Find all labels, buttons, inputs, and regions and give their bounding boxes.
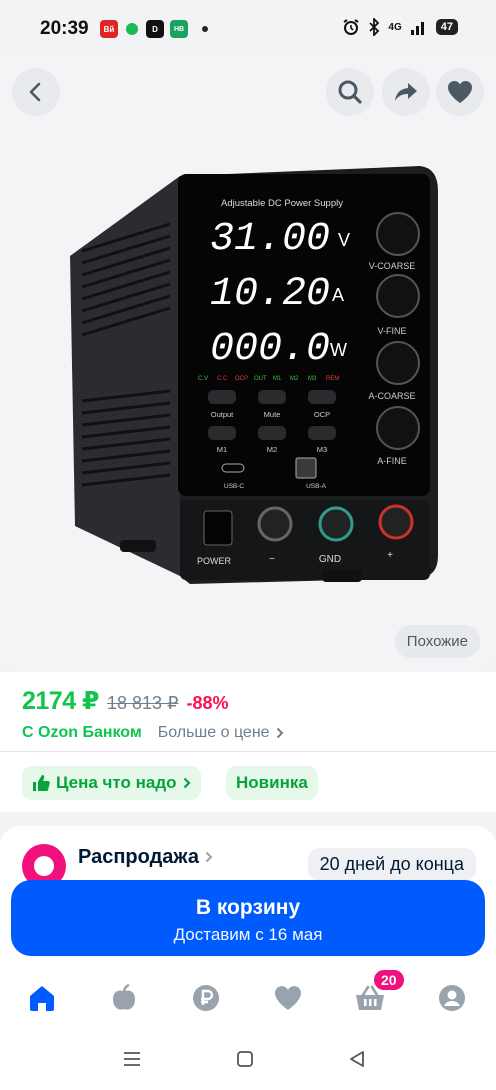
favorites-icon [275,986,301,1010]
badges-section: Цена что надо Новинка [0,752,496,812]
vk-news-app-icon: Вй [100,20,118,38]
d-app-icon: D [146,20,164,38]
status-app-icons: Вй D НВ [100,20,208,38]
nav-cart[interactable]: 20 [352,968,406,1016]
heart-icon [448,81,472,103]
chevron-right-icon [276,727,283,739]
ruble-icon [193,985,219,1011]
power-unit: W [330,340,347,360]
sale-title-label: Распродажа [78,846,199,868]
panel-title: Adjustable DC Power Supply [221,198,343,209]
port-usba-label: USB-A [306,483,327,490]
price-section: 2174 ₽ 18 813 ₽ -88% С Ozon Банком Больш… [0,672,496,752]
knob-acoarse-label: A-COARSE [368,391,415,401]
terminal-minus-label: − [269,554,275,565]
knob-afine-label: A-FINE [377,456,407,466]
price-row: 2174 ₽ 18 813 ₽ -88% [22,686,229,716]
product-image-gallery[interactable]: Adjustable DC Power Supply 31.00 V 10.20… [0,56,496,672]
terminal-plus-label: + [387,550,393,561]
share-icon [395,83,417,101]
bluetooth-icon [369,18,380,36]
new-badge: Новинка [226,766,318,800]
indicator-cc: C.C [217,376,228,382]
triangle-back-icon [350,1051,364,1067]
similar-button[interactable]: Похожие [394,625,480,658]
chevron-left-icon [29,82,41,102]
nav-home[interactable] [24,980,60,1016]
news-app-icon: НВ [170,20,188,38]
search-icon [338,80,362,104]
add-to-cart-label: В корзину [195,896,301,919]
knob-vfine-label: V-FINE [377,326,406,336]
nav-profile[interactable] [434,980,470,1016]
current-unit: A [332,285,344,305]
system-navigation-bar [0,1030,496,1090]
nav-fresh[interactable] [106,980,142,1016]
more-about-price-label: Больше о цене [157,724,270,741]
indicator-m3: M3 [308,376,317,382]
home-system-button[interactable] [236,1050,254,1073]
button-m3-label: M3 [317,445,327,454]
back-button[interactable] [12,68,60,116]
delivery-date: Доставим с 16 мая [173,925,323,944]
current-price: 2174 ₽ [22,687,99,715]
home-icon [30,986,54,1011]
status-bar: 20:39 Вй D НВ 4G 47 [0,0,496,56]
indicator-m1: M1 [273,376,282,382]
cart-count-badge: 20 [372,968,406,992]
discount-badge: -88% [186,693,229,713]
add-to-cart-button[interactable]: В корзину Доставим с 16 мая [11,880,485,956]
bottom-navigation: 20 [0,966,496,1030]
signal-icon [410,22,424,35]
indicator-rem: REM [326,376,339,382]
product-image: Adjustable DC Power Supply 31.00 V 10.20… [70,166,438,584]
status-right: 4G 47 [342,18,458,36]
spotify-icon [126,23,138,35]
button-mute-label: Mute [264,410,281,419]
voltage-unit: V [338,230,350,250]
favorite-button[interactable] [436,68,484,116]
current-display: 10.20 [210,272,330,317]
indicator-cv: C.V [198,376,208,382]
square-icon [237,1051,253,1067]
profile-icon [439,985,465,1011]
button-m2-label: M2 [267,445,277,454]
sale-title[interactable]: Распродажа [78,846,213,869]
indicator-m2: M2 [290,376,299,382]
nav-favorites[interactable] [270,980,306,1016]
bank-row: С Ozon Банком Больше о цене [22,724,284,742]
indicator-out: OUT [254,376,267,382]
port-usbc-label: USB-C [224,483,245,490]
alarm-icon [343,19,359,35]
knob-vcoarse-label: V-COARSE [369,261,416,271]
sale-days-left: 20 дней до конца [307,848,476,881]
more-about-price-link[interactable]: Больше о цене [158,724,284,742]
old-price: 18 813 ₽ [106,693,179,713]
good-price-label: Цена что надо [56,773,177,792]
battery-level: 47 [435,19,458,35]
chevron-right-icon [205,851,212,863]
back-system-button[interactable] [348,1050,366,1073]
share-button[interactable] [382,68,430,116]
network-type: 4G [388,21,402,33]
more-notifications-dot [202,26,208,32]
button-output-label: Output [211,410,234,419]
voltage-display: 31.00 [210,217,330,262]
indicator-ocp: OCP [235,376,248,382]
terminal-gnd-label: GND [319,554,341,565]
nav-finance[interactable] [188,980,224,1016]
status-time: 20:39 [40,18,89,39]
chevron-right-icon [183,777,191,789]
power-display: 000.0 [210,327,330,372]
ozon-bank-label: С Ozon Банком [22,724,142,741]
search-button[interactable] [326,68,374,116]
good-price-badge[interactable]: Цена что надо [22,766,201,800]
button-ocp-label: OCP [314,410,330,419]
power-switch-label: POWER [197,556,232,566]
menu-icon [124,1052,140,1066]
fresh-icon [113,984,135,1010]
button-m1-label: M1 [217,445,227,454]
recent-apps-button[interactable] [122,1050,142,1073]
thumbs-up-icon [33,775,50,791]
